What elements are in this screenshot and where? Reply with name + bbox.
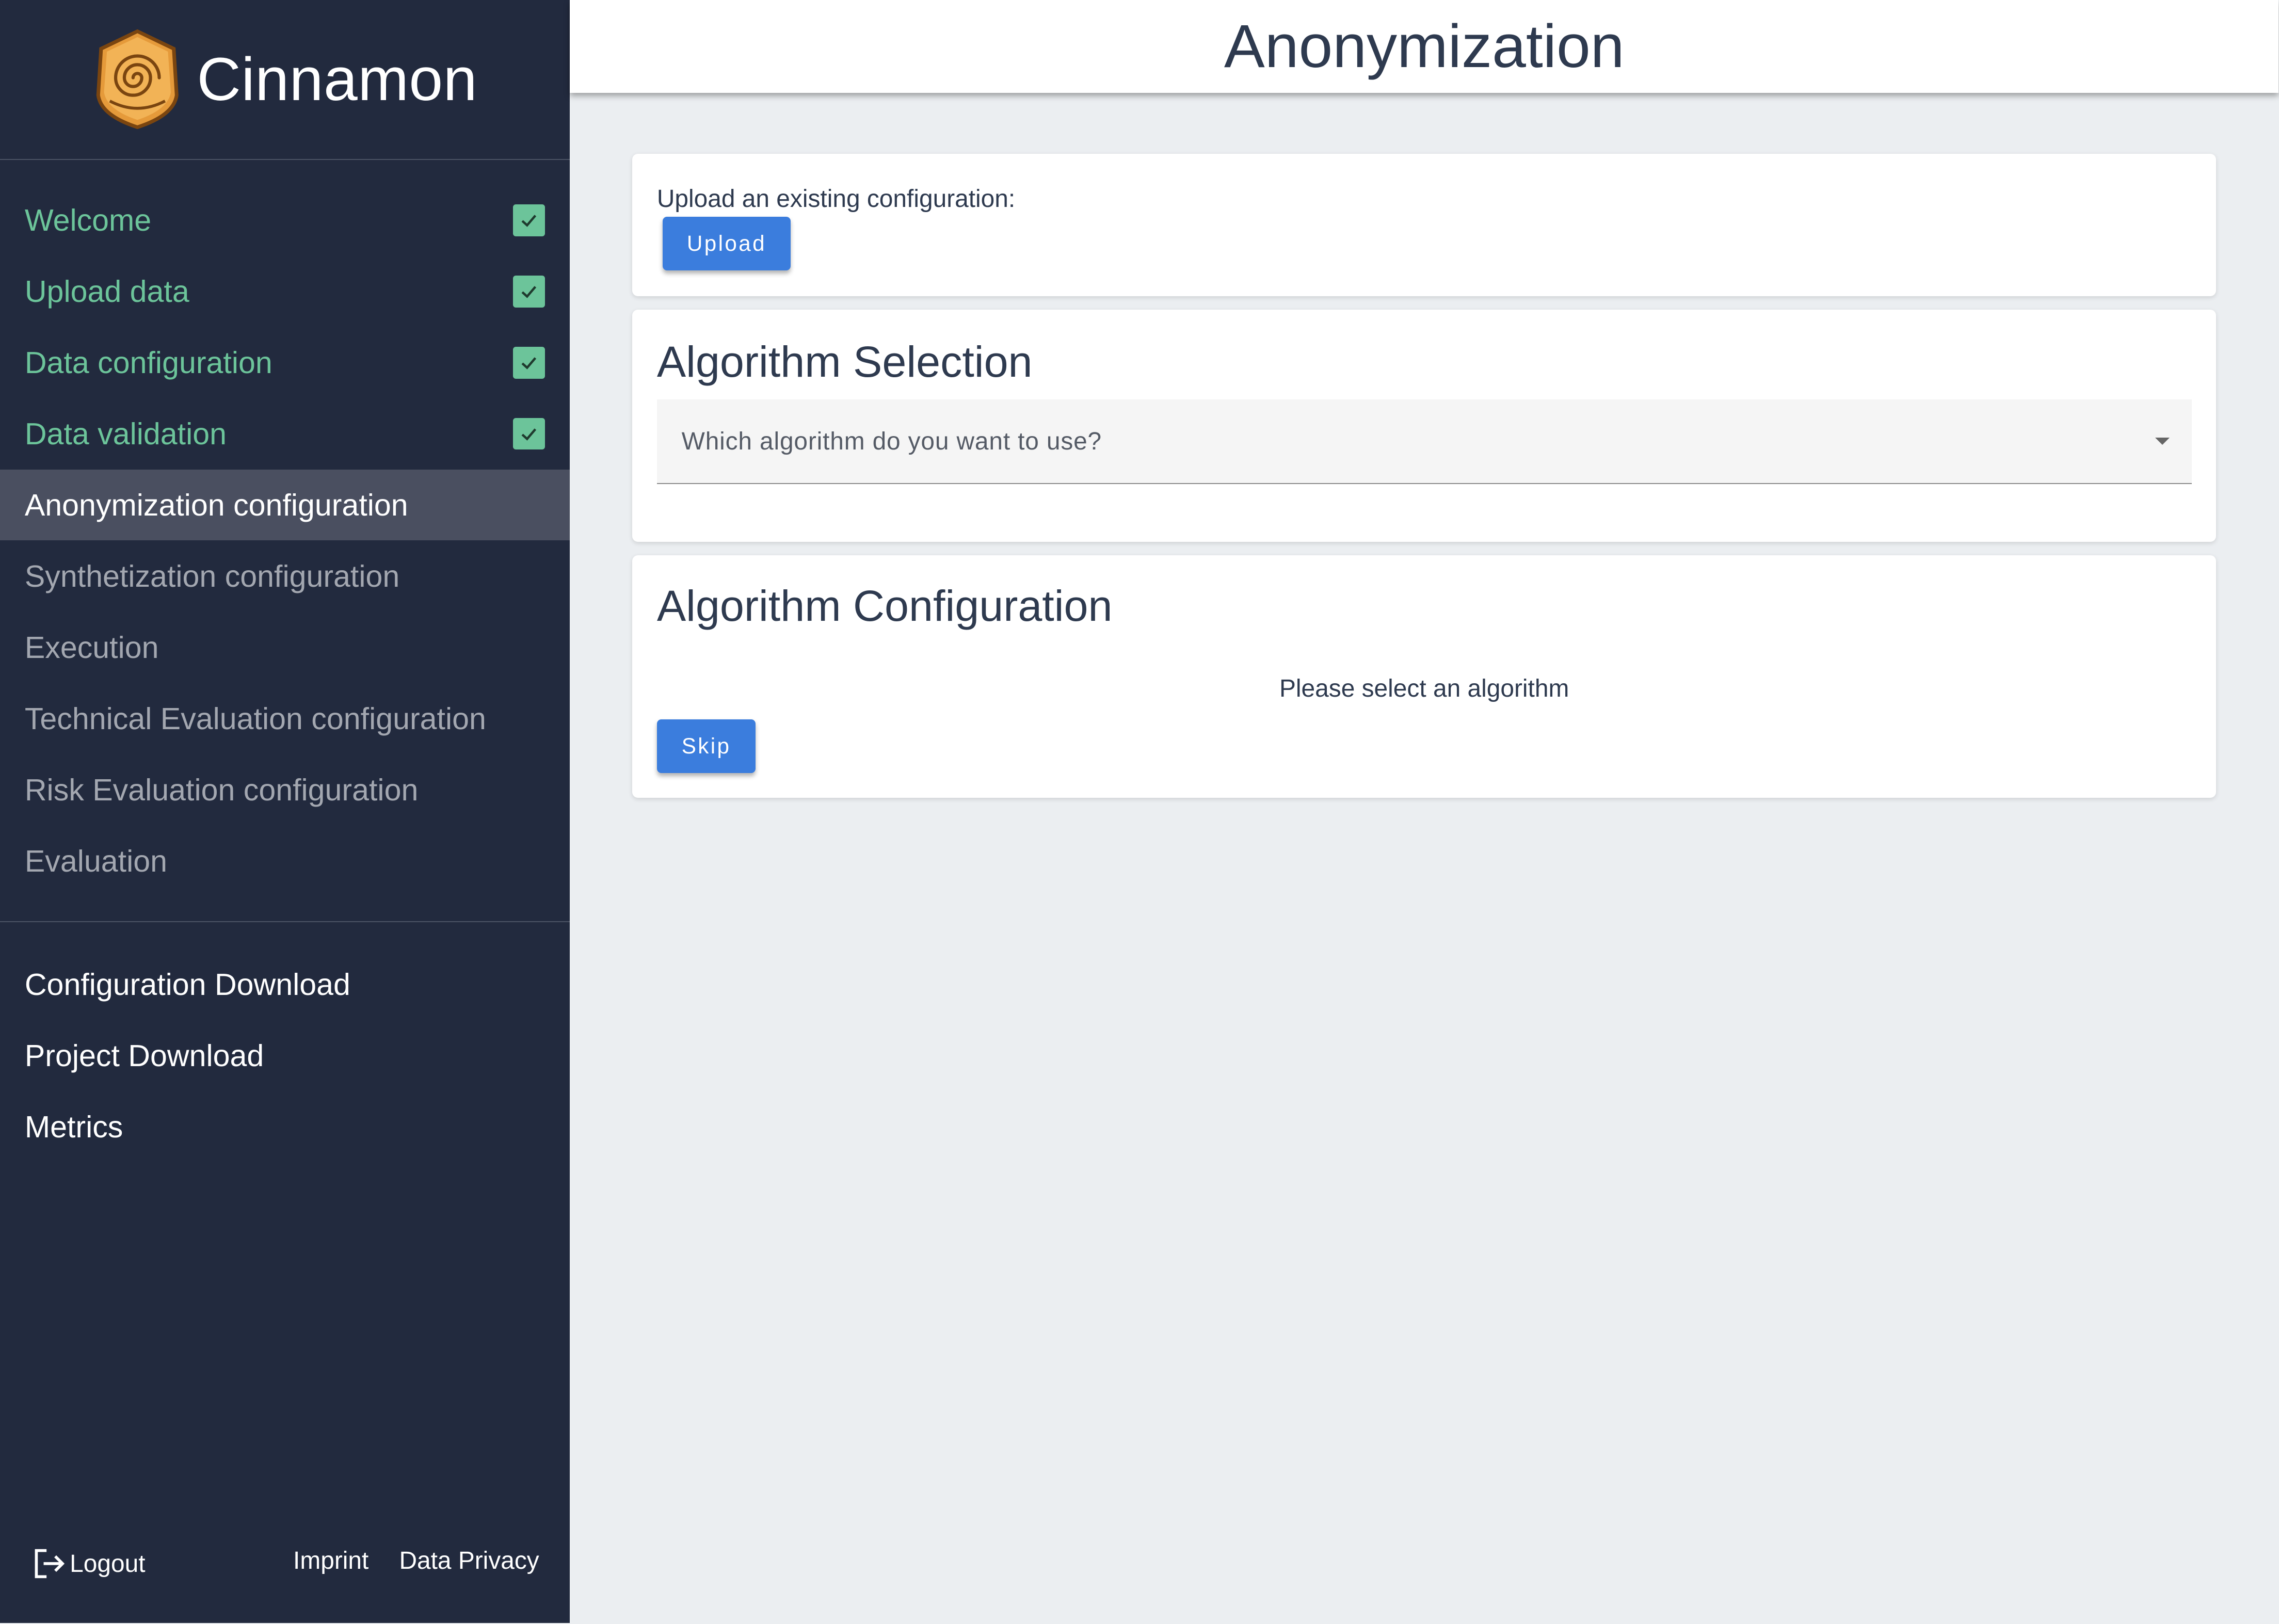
- sidebar-item-evaluation[interactable]: Evaluation: [0, 825, 570, 896]
- page-title: Anonymization: [1224, 12, 1625, 81]
- logout-label: Logout: [70, 1550, 146, 1578]
- sidebar-item-anonymization-configuration[interactable]: Anonymization configuration: [0, 469, 570, 541]
- sidebar-item-execution[interactable]: Execution: [0, 612, 570, 683]
- step-list: Welcome Upload data Data configuration D…: [0, 0, 570, 896]
- algorithm-configuration-title: Algorithm Configuration: [656, 582, 1113, 631]
- sidebar-item-synthetization-configuration[interactable]: Synthetization configuration: [0, 540, 570, 612]
- sidebar-item-label: Upload data: [24, 274, 189, 309]
- algorithm-selection-title: Algorithm Selection: [656, 337, 1033, 387]
- algorithm-selection-card: Algorithm Selection Which algorithm do y…: [632, 309, 2217, 542]
- check-icon: [513, 346, 545, 379]
- sidebar-item-label: Metrics: [24, 1110, 123, 1145]
- skip-button[interactable]: Skip: [656, 719, 756, 774]
- sidebar-item-label: Welcome: [24, 203, 152, 238]
- sidebar-item-label: Execution: [24, 630, 159, 665]
- dropdown-arrow-icon: [2155, 438, 2170, 445]
- select-algorithm-message: Please select an algorithm: [1279, 674, 1569, 702]
- sidebar-item-label: Data validation: [24, 416, 227, 452]
- sidebar-footer: Logout Imprint Data Privacy: [32, 1547, 539, 1580]
- sidebar-item-metrics[interactable]: Metrics: [0, 1091, 570, 1163]
- algorithm-select[interactable]: Which algorithm do you want to use?: [656, 399, 2192, 484]
- header: Anonymization: [569, 0, 2279, 93]
- sidebar-item-label: Data configuration: [24, 345, 272, 380]
- sidebar-item-label: Anonymization configuration: [24, 487, 408, 522]
- algorithm-configuration-card: Algorithm Configuration Please select an…: [632, 555, 2217, 798]
- sidebar-item-label: Configuration Download: [24, 967, 350, 1002]
- sidebar-item-label: Synthetization configuration: [24, 558, 400, 593]
- sidebar-item-risk-evaluation-configuration[interactable]: Risk Evaluation configuration: [0, 754, 570, 825]
- sidebar-item-label: Evaluation: [24, 843, 167, 878]
- sidebar-item-project-download[interactable]: Project Download: [0, 1020, 570, 1091]
- sidebar-item-welcome[interactable]: Welcome: [0, 185, 570, 256]
- tool-list: Configuration Download Project Download …: [0, 949, 570, 1163]
- data-privacy-link[interactable]: Data Privacy: [399, 1547, 539, 1575]
- imprint-link[interactable]: Imprint: [293, 1547, 368, 1575]
- check-icon: [513, 204, 545, 236]
- sidebar: Cinnamon Welcome Upload data Data config…: [0, 0, 570, 1623]
- check-icon: [513, 275, 545, 308]
- sidebar-item-data-validation[interactable]: Data validation: [0, 398, 570, 470]
- sidebar-item-label: Risk Evaluation configuration: [24, 772, 419, 807]
- sidebar-divider: [0, 921, 570, 922]
- sidebar-item-data-configuration[interactable]: Data configuration: [0, 327, 570, 398]
- sidebar-item-configuration-download[interactable]: Configuration Download: [0, 949, 570, 1020]
- check-icon: [513, 417, 545, 450]
- upload-label: Upload an existing configuration:: [656, 185, 1016, 213]
- sidebar-item-label: Project Download: [24, 1038, 264, 1073]
- sidebar-item-upload-data[interactable]: Upload data: [0, 256, 570, 327]
- algorithm-select-placeholder: Which algorithm do you want to use?: [681, 427, 1102, 455]
- logout-icon: [35, 1549, 65, 1579]
- sidebar-item-label: Technical Evaluation configuration: [24, 701, 486, 736]
- footer-links: Imprint Data Privacy: [293, 1547, 539, 1575]
- upload-configuration-card: Upload an existing configuration: Upload: [632, 154, 2217, 297]
- sidebar-item-technical-evaluation-configuration[interactable]: Technical Evaluation configuration: [0, 683, 570, 754]
- upload-button[interactable]: Upload: [663, 216, 791, 270]
- logout-button[interactable]: Logout: [32, 1548, 146, 1580]
